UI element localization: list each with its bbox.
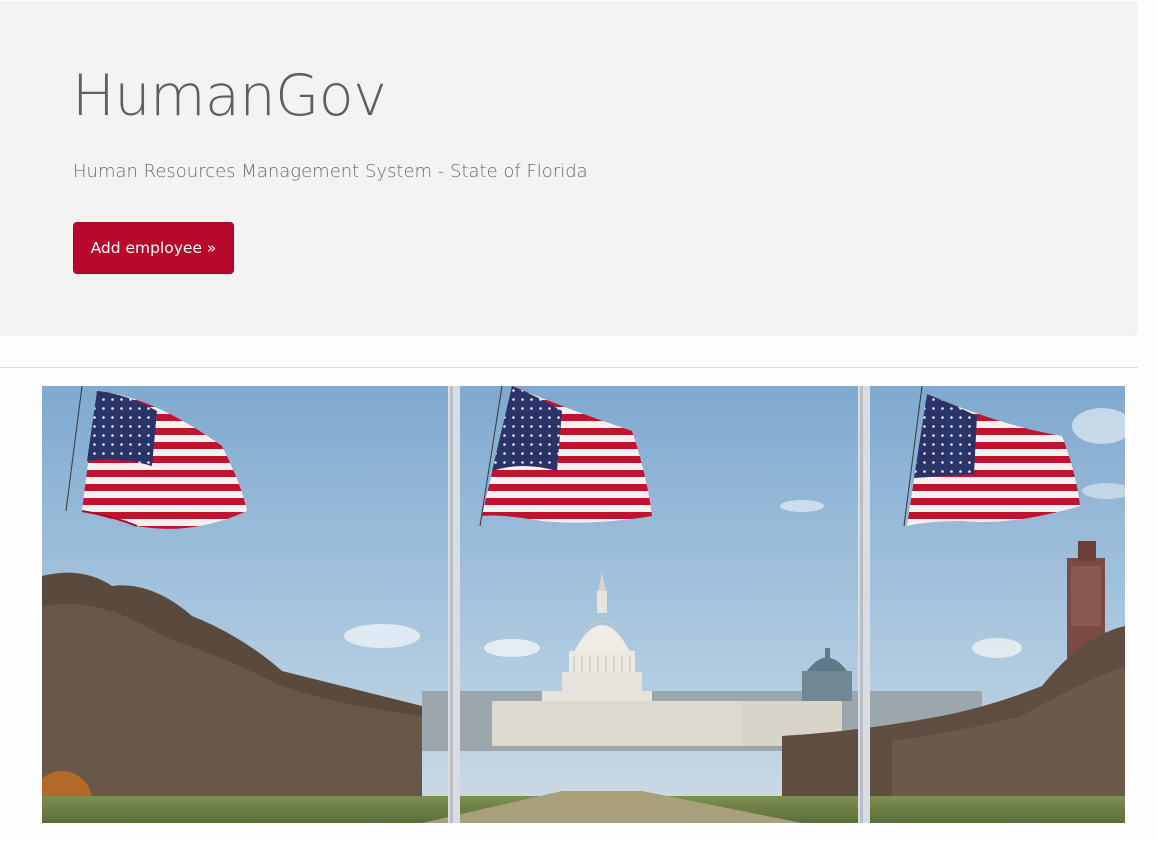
hero-image (42, 386, 1125, 823)
divider (0, 367, 1138, 368)
page-subtitle: Human Resources Management System - Stat… (73, 161, 588, 182)
jumbotron: HumanGov Human Resources Management Syst… (0, 1, 1138, 336)
add-employee-button[interactable]: Add employee » (73, 222, 234, 274)
page-title: HumanGov (72, 63, 387, 129)
